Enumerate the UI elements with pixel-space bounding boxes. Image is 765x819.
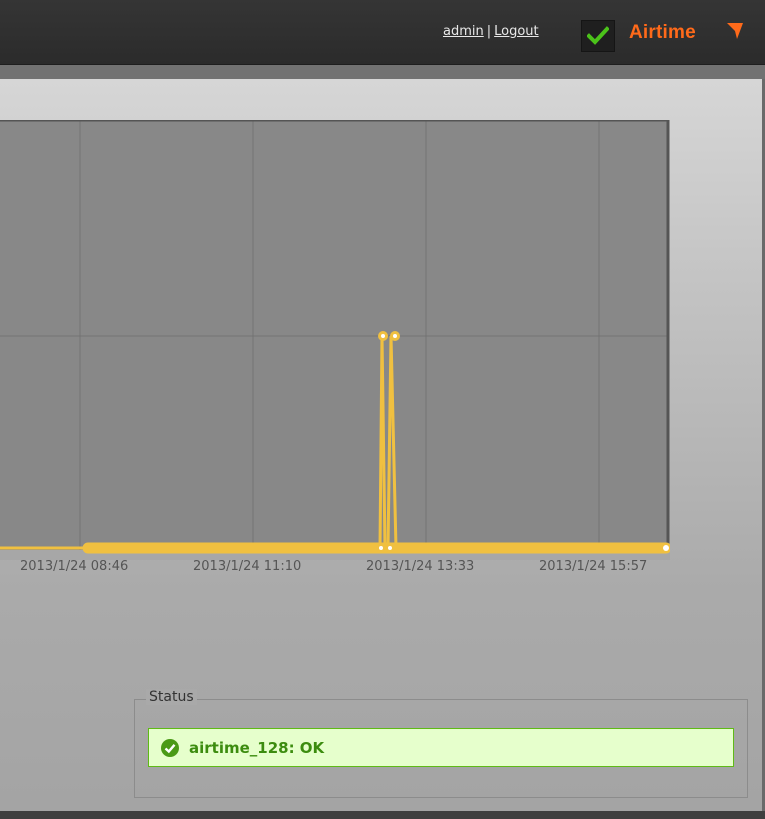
- ok-check-icon: [161, 739, 179, 757]
- x-tick-label: 2013/1/24 15:57: [539, 559, 648, 574]
- status-legend: Status: [146, 689, 197, 705]
- link-separator: |: [486, 24, 492, 39]
- airtime-logo: Airtime: [629, 22, 696, 43]
- x-tick-label: 2013/1/24 11:10: [193, 559, 302, 574]
- bottom-bar: [0, 811, 765, 819]
- user-link[interactable]: admin: [443, 24, 484, 39]
- chart-plot-area: [0, 120, 668, 560]
- airtime-logo-mark-icon: [727, 23, 743, 39]
- logout-link[interactable]: Logout: [494, 24, 539, 39]
- status-ok-box: airtime_128: OK: [148, 728, 734, 767]
- subheader-strip: [0, 65, 765, 79]
- checkmark-icon: [587, 26, 609, 45]
- x-tick-label: 2013/1/24 13:33: [366, 559, 475, 574]
- x-tick-label: 2013/1/24 08:46: [20, 559, 129, 574]
- user-links: admin | Logout: [443, 24, 539, 39]
- stream-chart: [0, 120, 670, 560]
- system-status-button[interactable]: [581, 20, 615, 52]
- status-message: airtime_128: OK: [189, 739, 325, 757]
- top-bar: admin | Logout Airtime: [0, 0, 765, 65]
